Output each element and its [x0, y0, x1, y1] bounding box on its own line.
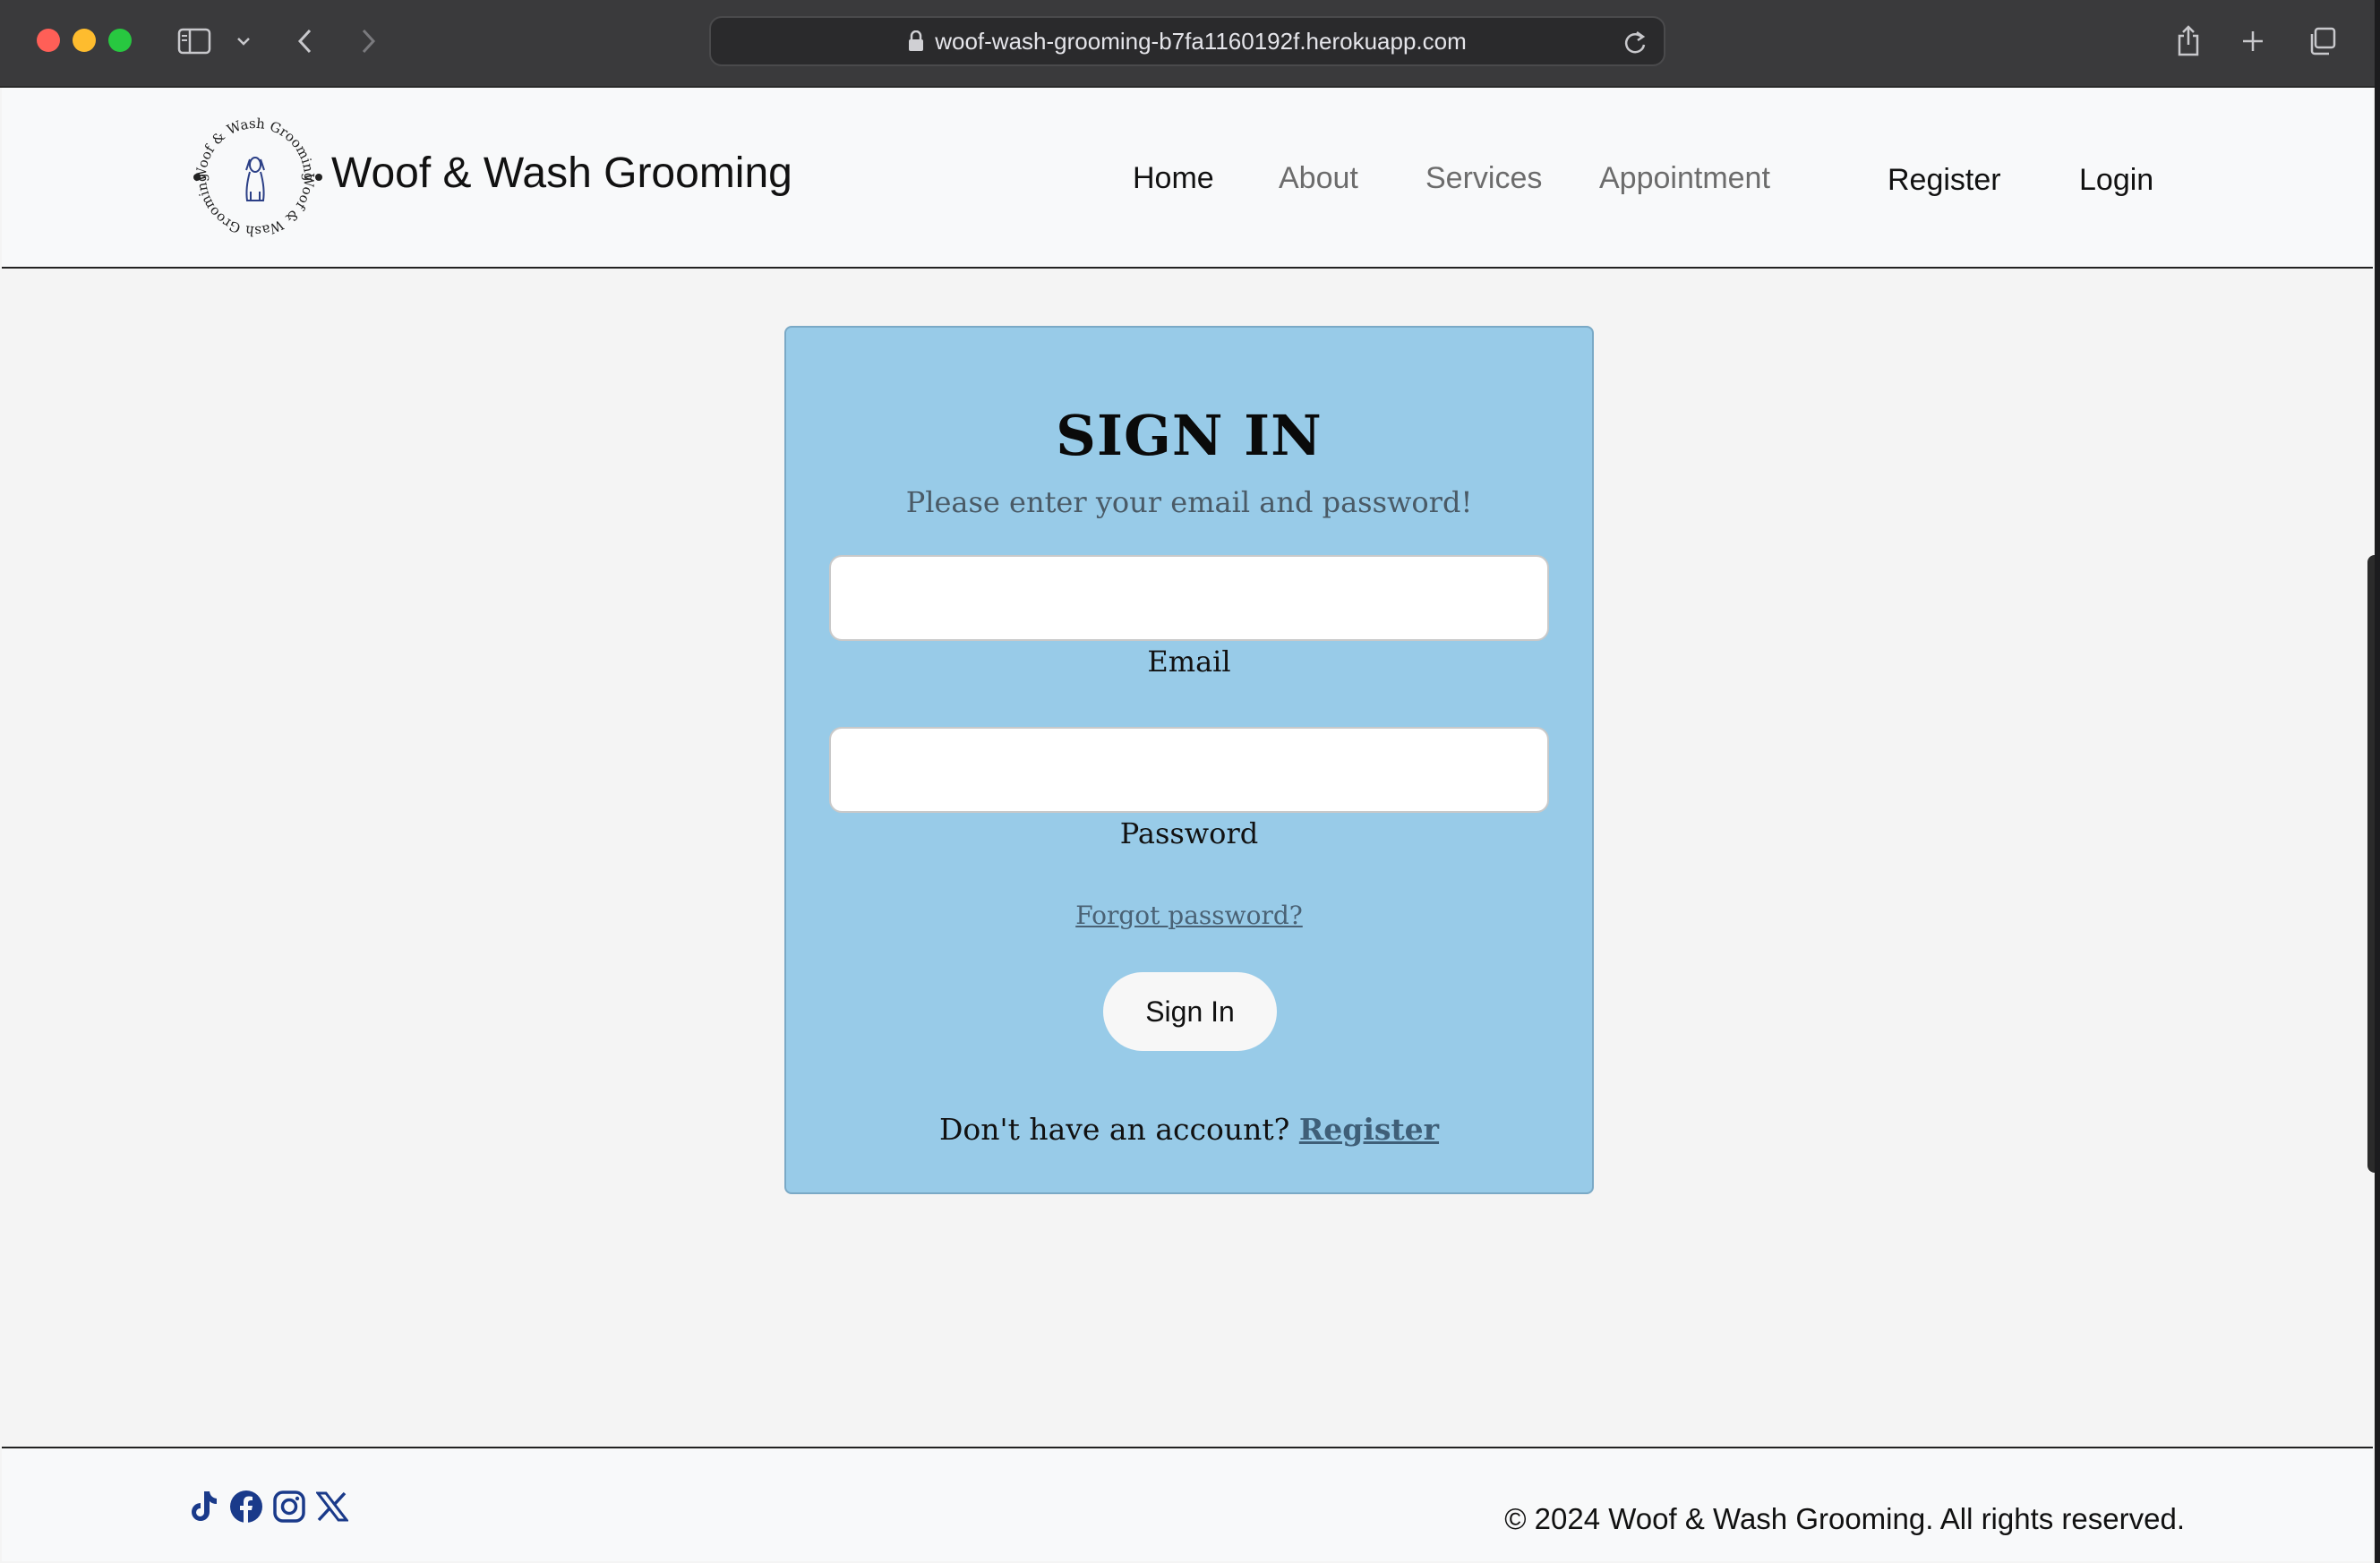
reload-icon[interactable] [1622, 29, 1648, 56]
nav-link-about[interactable]: About [1279, 161, 1358, 196]
lock-icon [908, 30, 924, 52]
signin-title: SIGN IN [1056, 403, 1323, 468]
svg-text:Woof & Wash Grooming: Woof & Wash Grooming [193, 173, 317, 239]
email-input[interactable] [829, 555, 1549, 641]
sign-in-button[interactable]: Sign In [1103, 972, 1277, 1051]
forgot-password-link[interactable]: Forgot password? [786, 901, 1592, 930]
signin-subtitle: Please enter your email and password! [905, 485, 1473, 519]
close-window-button[interactable] [37, 29, 60, 52]
password-input[interactable] [829, 727, 1549, 813]
no-account-label: Don't have an account? [938, 1112, 1290, 1147]
site-footer: © 2024 Woof & Wash Grooming. All rights … [2, 1447, 2373, 1561]
nav-link-login[interactable]: Login [2079, 163, 2153, 198]
signin-card: SIGN IN Please enter your email and pass… [784, 326, 1594, 1194]
url-text: woof-wash-grooming-b7fa1160192f.herokuap… [935, 27, 1467, 55]
browser-toolbar: woof-wash-grooming-b7fa1160192f.herokuap… [0, 0, 2375, 88]
browser-window: woof-wash-grooming-b7fa1160192f.herokuap… [0, 0, 2375, 1563]
instagram-icon[interactable] [272, 1490, 306, 1524]
nav-link-appointment[interactable]: Appointment [1599, 161, 1770, 196]
site-navbar: Woof & Wash Grooming Woof & Wash Groomin… [2, 88, 2373, 269]
copyright-text: © 2024 Woof & Wash Grooming. All rights … [1504, 1502, 2185, 1535]
minimize-window-button[interactable] [73, 29, 96, 52]
nav-link-register[interactable]: Register [1888, 163, 2001, 198]
tiktok-icon[interactable] [186, 1490, 220, 1524]
share-icon[interactable] [2174, 23, 2203, 59]
email-label: Email [1147, 645, 1231, 679]
brand-name[interactable]: Woof & Wash Grooming [331, 149, 792, 198]
x-icon[interactable] [315, 1490, 349, 1524]
page-content: Woof & Wash Grooming Woof & Wash Groomin… [2, 88, 2373, 1561]
no-account-text: Don't have an account? Register [786, 1112, 1592, 1147]
register-link[interactable]: Register [1299, 1112, 1439, 1147]
new-tab-icon[interactable] [2239, 23, 2267, 59]
brand-logo[interactable]: Woof & Wash Grooming Woof & Wash Groomin… [186, 106, 324, 249]
password-label: Password [1119, 816, 1259, 850]
address-bar[interactable]: woof-wash-grooming-b7fa1160192f.herokuap… [709, 16, 1665, 66]
facebook-icon[interactable] [229, 1490, 263, 1524]
forward-icon[interactable] [355, 23, 381, 59]
zoom-window-button[interactable] [108, 29, 132, 52]
nav-link-home[interactable]: Home [1133, 161, 1214, 196]
chevron-down-icon[interactable] [233, 23, 254, 59]
tabs-overview-icon[interactable] [2305, 23, 2339, 59]
sidebar-icon[interactable] [176, 23, 213, 59]
edge-overlay [2367, 555, 2375, 1173]
social-links [186, 1490, 349, 1524]
back-icon[interactable] [292, 23, 319, 59]
nav-link-services[interactable]: Services [1425, 161, 1542, 196]
